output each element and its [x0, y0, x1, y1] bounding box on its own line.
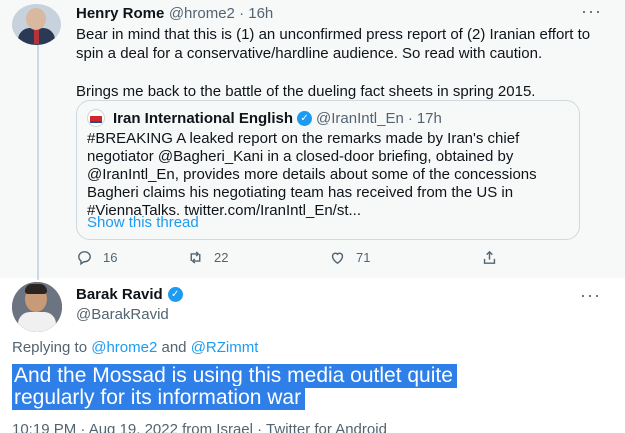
- quote-time: 17h: [416, 109, 442, 127]
- avatar[interactable]: [12, 282, 62, 332]
- like-button[interactable]: 71: [329, 249, 370, 266]
- tweet-text-line: And the Mossad is using this media outle…: [12, 364, 457, 388]
- share-icon: [483, 250, 496, 264]
- like-count: 71: [356, 250, 371, 265]
- tweet-actions: 16 22 71: [76, 249, 516, 269]
- tweet-header: Henry Rome @hrome2 · 16h: [76, 5, 274, 22]
- tweet-text-line: regularly for its information war: [12, 386, 306, 410]
- quote-author-handle: @IranIntl_En: [316, 109, 404, 127]
- author-name[interactable]: Barak Ravid: [76, 286, 163, 303]
- tweet-text: Bear in mind that this is (1) an unconfi…: [76, 25, 596, 101]
- tweet-paragraph: Bear in mind that this is (1) an unconfi…: [76, 26, 591, 62]
- author-name-row: Barak Ravid ✓: [76, 286, 183, 303]
- verified-badge-icon: ✓: [167, 287, 183, 302]
- quote-header: Iran International English ✓ @IranIntl_E…: [87, 109, 442, 127]
- retweet-icon: [190, 251, 201, 264]
- thread-connector: [37, 44, 39, 280]
- author-handle[interactable]: @BarakRavid: [76, 306, 169, 323]
- reply-mention[interactable]: @RZimmt: [191, 339, 259, 356]
- author-name[interactable]: Henry Rome: [76, 5, 164, 22]
- more-icon[interactable]: ···: [580, 286, 601, 304]
- replying-and: and: [161, 339, 187, 356]
- retweet-button[interactable]: 22: [187, 249, 228, 266]
- verified-badge-icon: ✓: [297, 110, 313, 126]
- reply-icon: [78, 251, 91, 266]
- replying-to: Replying to @hrome2 and @RZimmt: [12, 339, 258, 356]
- quote-text: #BREAKING A leaked report on the remarks…: [87, 130, 537, 219]
- quote-avatar: [87, 109, 105, 127]
- quoted-tweet[interactable]: Iran International English ✓ @IranIntl_E…: [76, 100, 580, 240]
- more-icon[interactable]: ···: [581, 2, 602, 20]
- reply-count: 16: [103, 250, 118, 265]
- reply-button[interactable]: 16: [76, 249, 117, 266]
- reply-mention[interactable]: @hrome2: [91, 339, 157, 356]
- author-handle[interactable]: @hrome2: [169, 5, 235, 22]
- quote-author-name: Iran International English: [113, 109, 294, 127]
- avatar[interactable]: [12, 4, 61, 45]
- share-button[interactable]: [481, 249, 498, 266]
- like-icon: [331, 252, 344, 265]
- tweet-text: And the Mossad is using this media outle…: [12, 364, 572, 410]
- show-thread-link[interactable]: Show this thread: [87, 214, 199, 231]
- tweet-time[interactable]: 16h: [248, 5, 273, 22]
- tweet-paragraph: Brings me back to the battle of the duel…: [76, 83, 536, 100]
- tweet-meta: 10:19 PM · Aug 19, 2022 from Israel · Tw…: [12, 421, 387, 433]
- replying-label: Replying to: [12, 339, 88, 356]
- retweet-count: 22: [214, 250, 229, 265]
